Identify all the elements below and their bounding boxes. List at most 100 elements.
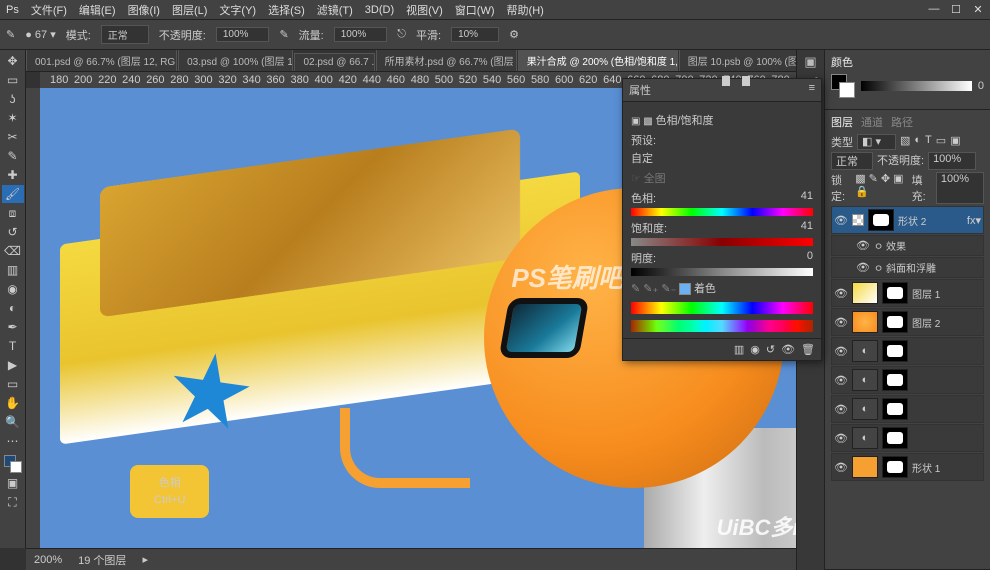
blur-tool[interactable]: ◉ [2,280,24,298]
dodge-tool[interactable]: ◐ [2,299,24,317]
filter-pixel-icon[interactable]: ▧ [900,134,910,150]
layer-row[interactable]: 👁◐ [831,337,984,365]
layer-row[interactable]: 👁◐ [831,395,984,423]
blend-mode-select[interactable]: 正常 [101,25,149,44]
lock-icons[interactable]: ▩ ✎ ✥ ▣ 🔒 [855,172,907,204]
paths-tab[interactable]: 路径 [891,114,913,130]
menu-image[interactable]: 图像(I) [128,2,160,18]
window-close[interactable]: ✕ [972,3,984,16]
toggle-vis-icon[interactable]: 👁 [781,343,795,356]
shape-tool[interactable]: ▭ [2,375,24,393]
layer-mask[interactable] [882,398,908,420]
airbrush-icon[interactable]: ⎋ [397,28,406,41]
layer-mask[interactable] [882,369,908,391]
gradient-tool[interactable]: ▥ [2,261,24,279]
type-tool[interactable]: T [2,337,24,355]
quick-select-tool[interactable]: ✶ [2,109,24,127]
brush-tool-icon[interactable]: ✎ [6,28,15,41]
menu-filter[interactable]: 滤镜(T) [317,2,353,18]
menu-3d[interactable]: 3D(D) [365,4,394,16]
doc-tab-2[interactable]: 02.psd @ 66.7 ... [294,53,374,71]
window-minimize[interactable]: — [928,3,940,16]
layer-mask[interactable] [882,427,908,449]
flow-field[interactable]: 100% [334,27,388,42]
layers-tab[interactable]: 图层 [831,114,853,130]
filter-shape-icon[interactable]: ▭ [936,134,946,150]
color-swatches[interactable] [4,455,22,473]
fill-value[interactable]: 100% [936,172,984,204]
pen-tool[interactable]: ✒ [2,318,24,336]
channel-select[interactable]: 全图 [644,170,764,186]
light-value[interactable]: 0 [807,250,813,266]
panel-menu-icon[interactable]: ≡ [809,82,815,98]
hand-tool[interactable]: ✋ [2,394,24,412]
smooth-gear-icon[interactable]: ⚙ [509,28,519,41]
doc-tab-0[interactable]: 001.psd @ 66.7% (图层 12, RGB/8... [26,50,177,71]
layer-row[interactable]: 👁 形状 2 fx▾ [831,206,984,234]
menu-file[interactable]: 文件(F) [31,2,67,18]
stamp-tool[interactable]: ⧈ [2,204,24,222]
layer-opacity[interactable]: 100% [928,152,976,170]
eyedropper-icons[interactable]: ✎ ✎₊ ✎₋ [631,283,676,295]
color-tab[interactable]: 颜色 [831,54,853,70]
screen-mode-toggle[interactable]: ⛶ [2,493,24,511]
move-tool[interactable]: ✥ [2,52,24,70]
layer-row[interactable]: 👁◐ [831,366,984,394]
layer-row[interactable]: 👁◐ [831,424,984,452]
visibility-icon[interactable]: 👁 [834,214,848,227]
hand-icon[interactable]: ☞ [631,173,641,185]
smooth-field[interactable]: 10% [451,27,499,42]
hue-value[interactable]: 41 [801,190,813,206]
fx-badge[interactable]: fx▾ [967,214,981,227]
layer-row[interactable]: 👁 形状 1 [831,453,984,481]
menu-select[interactable]: 选择(S) [268,2,305,18]
filter-smart-icon[interactable]: ▣ [950,134,960,150]
layer-mask[interactable] [882,340,908,362]
eraser-tool[interactable]: ⌫ [2,242,24,260]
layer-mask[interactable] [868,209,894,231]
visibility-icon[interactable]: 👁 [834,403,848,416]
layer-mask[interactable] [882,456,908,478]
fgbg-swatch[interactable] [831,74,855,98]
visibility-icon[interactable]: 👁 [834,345,848,358]
menu-type[interactable]: 文字(Y) [219,2,256,18]
visibility-icon[interactable]: 👁 [834,316,848,329]
doc-tab-4[interactable]: 果汁合成 @ 200% (色相/饱和度 1, 图层蒙版/8) [518,50,678,71]
status-arrow-icon[interactable]: ▸ [142,553,148,566]
menu-window[interactable]: 窗口(W) [455,2,495,18]
blend-select[interactable]: 正常 [831,152,873,170]
layer-mask[interactable] [882,311,908,333]
healing-tool[interactable]: ✚ [2,166,24,184]
edit-toolbar[interactable]: ⋯ [2,432,24,450]
colorize-checkbox[interactable] [679,283,691,295]
layer-name[interactable]: 形状 2 [898,213,963,228]
quick-mask-toggle[interactable]: ▣ [2,474,24,492]
filter-type-icon[interactable]: T [925,134,932,150]
channels-tab[interactable]: 通道 [861,114,883,130]
path-select-tool[interactable]: ▶ [2,356,24,374]
layer-mask[interactable] [882,282,908,304]
reset-icon[interactable]: ↺ [766,343,775,356]
preset-select[interactable]: 自定 [631,150,813,166]
visibility-icon[interactable]: 👁 [834,374,848,387]
hue-slider[interactable] [631,208,813,216]
visibility-icon[interactable]: 👁 [834,461,848,474]
filter-kind-select[interactable]: ◧ ▾ [857,134,896,150]
visibility-icon[interactable]: 👁 [834,432,848,445]
marquee-tool[interactable]: ▭ [2,71,24,89]
doc-info[interactable]: 19 个图层 [78,552,126,568]
sat-slider[interactable] [631,238,813,246]
window-maximize[interactable]: ☐ [950,3,962,16]
menu-layer[interactable]: 图层(L) [172,2,207,18]
view-prev-icon[interactable]: ◉ [750,343,760,356]
opacity-field[interactable]: 100% [216,27,270,42]
eyedropper-tool[interactable]: ✎ [2,147,24,165]
properties-panel[interactable]: 属性 ≡ ▣ ▩ 色相/饱和度 预设: 自定 ☞ 全图 色相:41 饱和度:41… [622,78,822,361]
layer-name[interactable]: 图层 2 [912,315,981,330]
menu-edit[interactable]: 编辑(E) [79,2,116,18]
visibility-icon[interactable]: 👁 [834,287,848,300]
layer-name[interactable]: 图层 1 [912,286,981,301]
layer-name[interactable]: 形状 1 [912,460,981,475]
pressure-opacity-icon[interactable]: ✎ [279,28,288,41]
light-slider[interactable] [631,268,813,276]
